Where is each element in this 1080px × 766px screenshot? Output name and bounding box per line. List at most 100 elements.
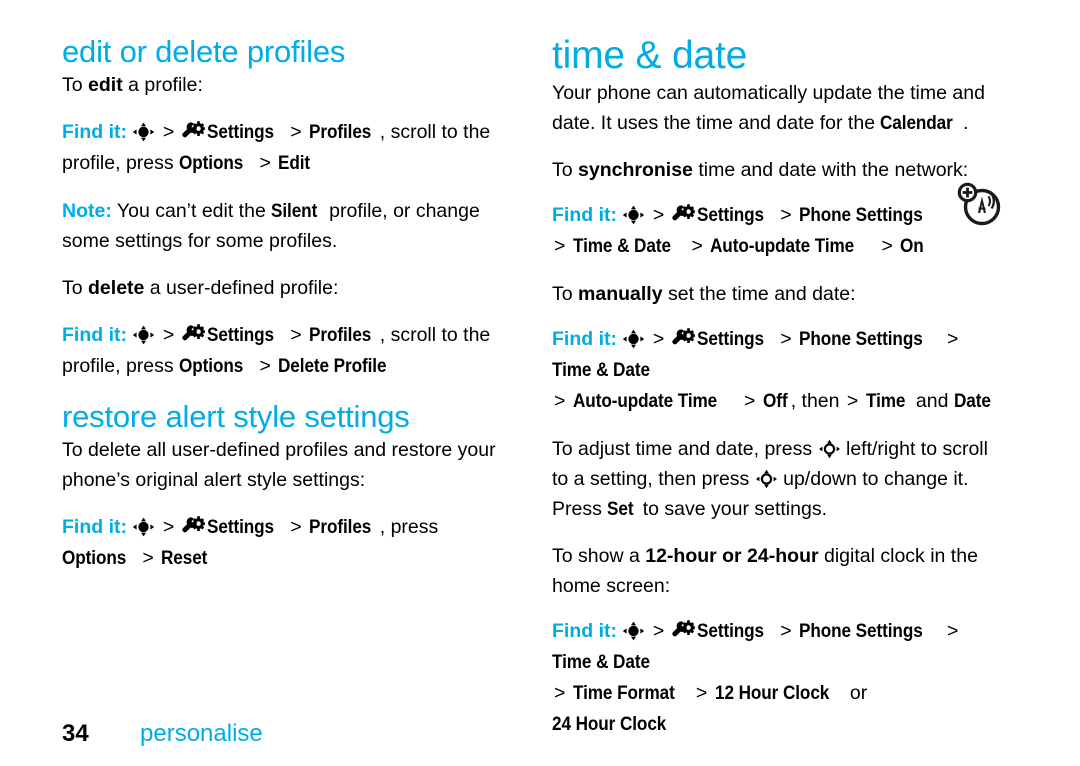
navigation-key-icon [622, 205, 645, 225]
menu-item-profiles: Profiles [309, 516, 372, 538]
menu-item-calendar: Calendar [880, 112, 954, 134]
menu-item-time-and-date: Time & Date [572, 235, 671, 257]
path-separator: > [946, 620, 959, 642]
menu-item-settings: Settings [206, 121, 274, 143]
path-separator: > [652, 204, 665, 226]
edit-profile-intro: To edit a profile: [62, 70, 512, 100]
settings-gear-icon [671, 620, 696, 642]
left-column: edit or delete profiles To edit a profil… [62, 34, 512, 591]
menu-item-time-and-date: Time & Date [552, 651, 650, 673]
navigation-key-icon [622, 621, 645, 641]
navigation-key-icon [622, 329, 645, 349]
path-separator: > [946, 328, 959, 350]
menu-item-options: Options [62, 547, 127, 569]
path-separator: > [846, 390, 859, 412]
menu-item-time: Time [865, 390, 906, 412]
path-separator: > [695, 682, 708, 704]
sync-intro-bold: synchronise [578, 159, 693, 181]
settings-gear-icon [181, 324, 206, 346]
findit-plain-press: , press [379, 516, 439, 538]
manual-then-text: , then [790, 390, 845, 412]
findit-label: Find it: [552, 620, 617, 642]
path-separator: > [691, 235, 703, 257]
edit-intro-bold: edit [88, 74, 123, 96]
path-separator: > [162, 324, 175, 346]
findit-delete-profile: Find it: > Settings > Profiles , scroll … [62, 320, 512, 382]
page-number: 34 [62, 720, 89, 747]
settings-gear-icon [181, 516, 206, 538]
menu-item-settings: Settings [206, 516, 274, 538]
path-separator: > [554, 682, 566, 704]
menu-item-reset: Reset [161, 547, 208, 569]
menu-item-phone-settings: Phone Settings [799, 620, 923, 642]
path-separator: > [652, 620, 665, 642]
menu-item-settings: Settings [206, 324, 274, 346]
menu-item-phone-settings: Phone Settings [799, 328, 923, 350]
path-separator: > [162, 516, 175, 538]
menu-item-on: On [900, 235, 924, 257]
findit-label: Find it: [552, 328, 617, 350]
clock-format-intro: To show a 12-hour or 24-hour digital clo… [552, 541, 1002, 601]
clock-intro-pre: To show a [552, 545, 646, 567]
path-separator: > [290, 516, 302, 538]
delete-profile-intro: To delete a user-defined profile: [62, 273, 512, 303]
adjust-part4: to save your settings. [637, 498, 827, 520]
network-auto-update-icon [957, 182, 1001, 226]
path-separator: > [554, 235, 566, 257]
findit-manual: Find it: > Settings > Phone Settings > T… [552, 324, 1002, 417]
manual-page: edit or delete profiles To edit a profil… [0, 0, 1080, 766]
findit-plain-press: press [125, 355, 180, 377]
delete-intro-post: a user-defined profile: [144, 277, 339, 299]
menu-item-options: Options [179, 355, 244, 377]
navigation-key-icon [132, 122, 155, 142]
findit-plain-press: press [125, 152, 180, 174]
adjust-paragraph: To adjust time and date, press left/righ… [552, 434, 1002, 524]
path-separator: > [780, 328, 792, 350]
findit-label: Find it: [62, 516, 127, 538]
settings-gear-icon [181, 121, 206, 143]
path-separator: > [780, 620, 792, 642]
path-separator: > [652, 328, 665, 350]
settings-gear-icon [671, 328, 696, 350]
footer-section-title: personalise [140, 720, 263, 747]
path-separator: > [290, 121, 302, 143]
menu-item-profiles: Profiles [309, 324, 372, 346]
menu-item-settings: Settings [696, 328, 764, 350]
path-separator: > [162, 121, 175, 143]
findit-label: Find it: [62, 324, 127, 346]
section-heading-restore-alert-style: restore alert style settings [62, 399, 410, 434]
delete-intro-pre: To [62, 277, 89, 299]
navigation-key-hollow-icon [818, 439, 841, 459]
section-heading-time-and-date: time & date [552, 34, 748, 77]
menu-item-options: Options [179, 152, 244, 174]
menu-item-profiles: Profiles [309, 121, 372, 143]
findit-label: Find it: [552, 204, 617, 226]
menu-item-24-hour-clock: 24 Hour Clock [552, 713, 667, 735]
manual-intro-post: set the time and date: [662, 283, 856, 305]
path-separator: > [881, 235, 893, 257]
path-separator: > [259, 355, 271, 377]
navigation-key-icon [132, 517, 155, 537]
menu-item-12-hour-clock: 12 Hour Clock [714, 682, 829, 704]
restore-intro: To delete all user-defined profiles and … [62, 439, 496, 491]
findit-edit-profile: Find it: > Settings > Profiles , scroll … [62, 117, 512, 179]
note-label: Note: [62, 200, 112, 222]
navigation-key-icon [132, 325, 155, 345]
menu-item-date: Date [953, 390, 991, 412]
clock-intro-bold: 12-hour or 24-hour [645, 545, 819, 567]
manual-intro-bold: manually [578, 283, 663, 305]
findit-clock-format: Find it: > Settings > Phone Settings > T… [552, 616, 1002, 740]
sync-intro-pre: To [552, 159, 579, 181]
menu-item-auto-update-time: Auto-update Time [710, 235, 855, 257]
edit-intro-pre: To [62, 74, 89, 96]
path-separator: > [259, 152, 271, 174]
menu-item-settings: Settings [696, 620, 764, 642]
findit-restore: Find it: > Settings > Profiles , press O… [62, 512, 512, 574]
menu-item-settings: Settings [696, 204, 764, 226]
menu-item-set: Set [607, 498, 634, 520]
time-date-intro: Your phone can automatically update the … [552, 78, 1002, 138]
findit-label: Find it: [62, 121, 127, 143]
manual-intro-pre: To [552, 283, 579, 305]
menu-item-off: Off [762, 390, 788, 412]
page-footer: 34 personalise [62, 720, 263, 748]
